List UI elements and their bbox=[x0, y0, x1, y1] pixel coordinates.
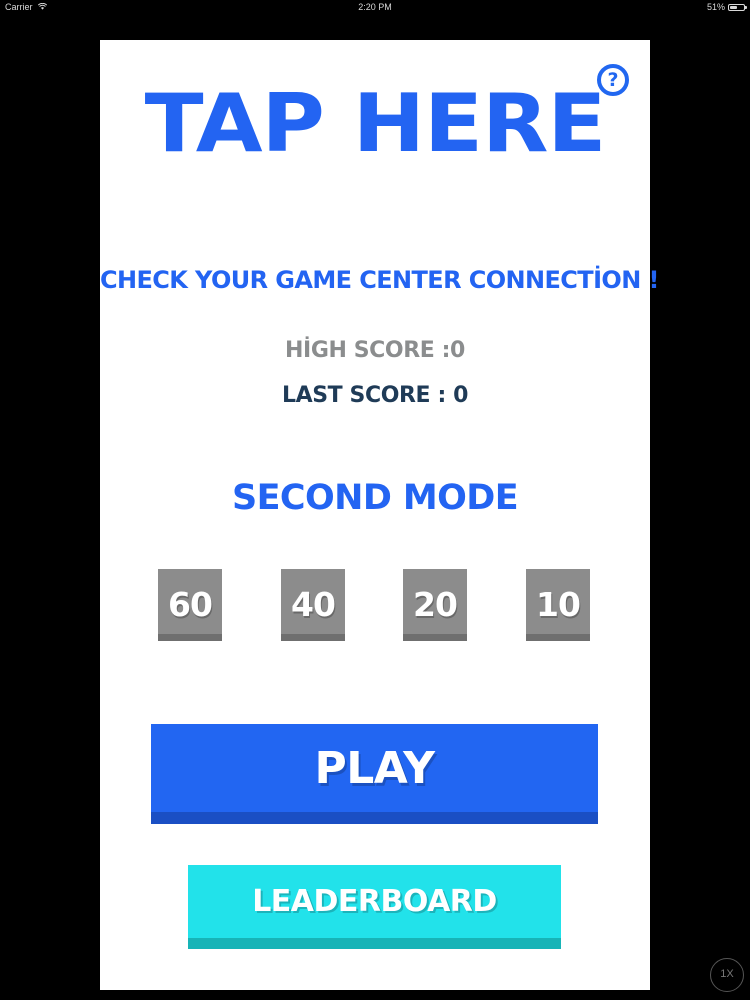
mode-60-button[interactable]: 60 bbox=[158, 569, 222, 641]
mode-title: SECOND MODE bbox=[231, 478, 519, 518]
leaderboard-button[interactable]: LEADERBOARD bbox=[188, 865, 561, 949]
game-center-message: CHECK YOUR GAME CENTER CONNECTİON ! bbox=[100, 266, 659, 294]
play-button[interactable]: PLAY bbox=[151, 724, 598, 824]
battery-tip bbox=[745, 6, 747, 9]
tap-here-button[interactable]: TAP HERE bbox=[78, 84, 672, 164]
battery-percent: 51% bbox=[706, 2, 725, 12]
battery-status: 51% bbox=[706, 2, 747, 12]
mode-40-button[interactable]: 40 bbox=[281, 569, 345, 641]
battery-icon bbox=[728, 3, 747, 11]
mode-10-button[interactable]: 10 bbox=[526, 569, 590, 641]
last-score-label: LAST SCORE : 0 bbox=[281, 383, 469, 408]
status-bar: Carrier 2:20 PM 51% bbox=[0, 0, 750, 16]
game-panel: ? TAP HERE CHECK YOUR GAME CENTER CONNEC… bbox=[100, 40, 659, 990]
mode-20-button[interactable]: 20 bbox=[403, 569, 467, 641]
zoom-scale-button[interactable]: 1X bbox=[710, 958, 744, 992]
battery-fill bbox=[730, 5, 737, 9]
high-score-label: HİGH SCORE :0 bbox=[285, 338, 465, 363]
status-time: 2:20 PM bbox=[358, 2, 392, 12]
